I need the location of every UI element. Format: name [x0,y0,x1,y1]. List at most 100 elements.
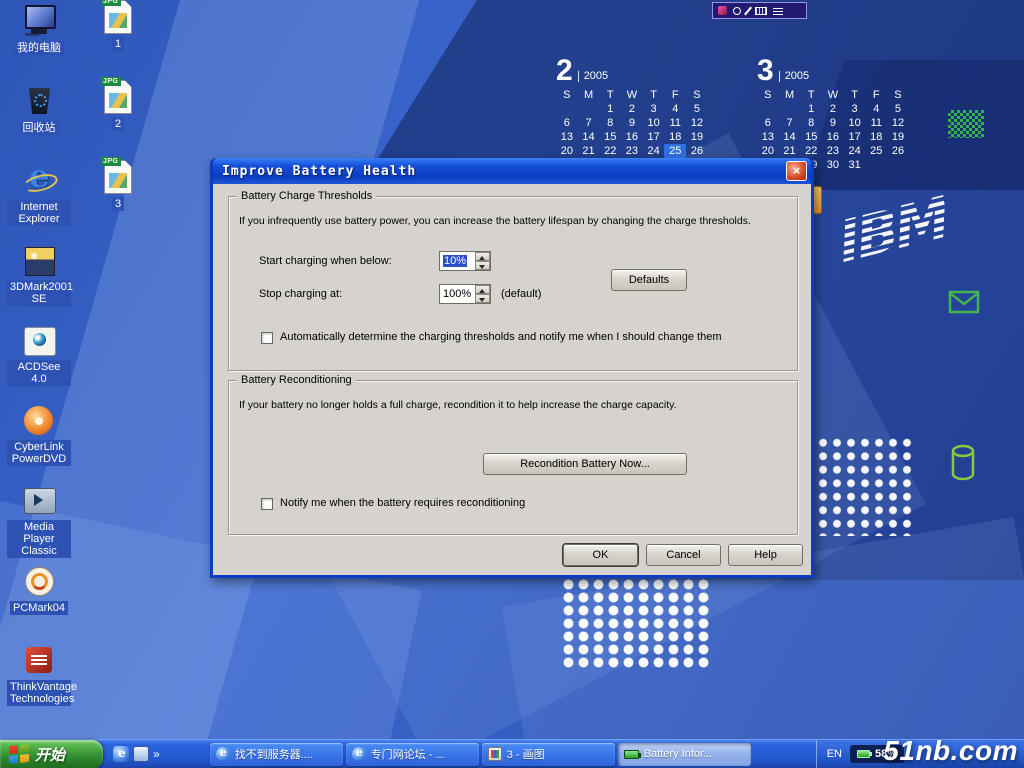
calendar-date: 9 [822,116,844,130]
language-indicator[interactable]: EN [827,748,842,760]
calendar-day-header: F [664,88,686,102]
battery-icon [857,750,870,758]
spinner-up-icon[interactable] [475,252,490,261]
file-icon-label: 2 [112,117,124,131]
calendar-day-header: S [757,88,779,102]
ok-button[interactable]: OK [563,544,638,566]
calendar-date: 10 [643,116,665,130]
calendar-date: 31 [844,158,866,172]
calendar-date: 3 [643,102,665,116]
ime-keyboard-icon[interactable] [755,7,767,15]
calendar-date: 7 [578,116,600,130]
dialog-title: Improve Battery Health [222,164,416,179]
help-button[interactable]: Help [728,544,803,566]
spinner-up-icon[interactable] [475,285,490,294]
grid-pattern-icon [948,110,984,138]
desktop-icon[interactable]: PCMark04 [6,564,72,644]
spinner-down-icon[interactable] [475,261,490,270]
ime-language-bar[interactable] [712,2,807,19]
recondition-battery-button[interactable]: Recondition Battery Now... [483,453,687,475]
calendar-date: 22 [599,144,621,158]
calendar-date: 26 [686,144,708,158]
auto-thresholds-checkbox[interactable] [261,332,273,344]
dialog-titlebar[interactable]: Improve Battery Health × [213,158,811,184]
calendar-date: 18 [865,130,887,144]
desktop-icon[interactable]: 3DMark2001 SE [6,244,72,324]
start-charging-value[interactable]: 10% [440,252,475,270]
stop-charging-label: Stop charging at: [259,288,342,300]
quick-launch-ie-icon[interactable] [113,746,129,762]
task-button[interactable]: 专门网论坛 - ... [346,743,479,766]
calendar-date: 19 [887,130,909,144]
calendar-month-number: 2 [556,58,573,84]
calendar-day-header: M [578,88,600,102]
jpg-file-icon[interactable]: JPG 1 [92,0,144,80]
quick-launch-show-desktop-icon[interactable] [133,746,149,762]
cylinder-icon [950,444,976,482]
desktop-icon-label: ACDSee 4.0 [7,360,71,386]
taskbar: 开始 » 找不到服务器.... 专门网论坛 - ... [0,739,1024,768]
group-description: If you infrequently use battery power, y… [239,215,789,227]
calendar-date: 2 [822,102,844,116]
calendar-date: 26 [887,144,909,158]
desktop-icon-image [21,324,57,358]
desktop-icon[interactable]: 我的电脑 [6,4,72,84]
calendar-date [779,102,801,116]
dialog-body: Battery Charge Thresholds If you infrequ… [213,184,811,575]
improve-battery-health-dialog: Improve Battery Health × Battery Charge … [210,158,814,578]
defaults-button[interactable]: Defaults [611,269,687,291]
task-button[interactable]: 3 - 画图 [482,743,615,766]
windows-logo-icon [9,744,29,764]
calendar-date: 22 [800,144,822,158]
stop-charging-value[interactable]: 100% [440,285,475,303]
ime-lang-icon[interactable] [718,6,727,15]
calendar-date: 7 [779,116,801,130]
spinner-down-icon[interactable] [475,294,490,303]
desktop-icon[interactable]: 回收站 [6,84,72,164]
start-charging-spinner[interactable]: 10% [439,251,491,271]
calendar-header: 2 2005 [556,54,710,84]
desktop-icon[interactable]: CyberLink PowerDVD [6,404,72,484]
calendar-date: 14 [779,130,801,144]
stop-charging-spinner[interactable]: 100% [439,284,491,304]
calendar-date: 11 [865,116,887,130]
calendar-day-header: M [779,88,801,102]
desktop-icon[interactable]: Media Player Classic [6,484,72,564]
ime-pen-icon[interactable] [744,6,752,15]
ime-menu-icon[interactable] [773,7,783,15]
calendar-year: 2005 [779,71,809,82]
start-button[interactable]: 开始 [0,740,103,768]
desktop-icon-image [21,404,57,438]
close-button[interactable]: × [786,161,807,181]
desktop-icon-image [21,484,57,518]
desktop-icon[interactable]: ACDSee 4.0 [6,324,72,404]
calendar-date: 13 [556,130,578,144]
quick-launch-chevron-icon[interactable]: » [153,747,160,761]
desktop-icon-label: CyberLink PowerDVD [7,440,71,466]
group-title: Battery Charge Thresholds [237,190,376,203]
desktop-icon[interactable]: ThinkVantage Technologies [6,644,72,724]
calendar-day-header: T [599,88,621,102]
cancel-button[interactable]: Cancel [646,544,721,566]
desktop-icon-label: Internet Explorer [7,200,71,226]
calendar-date: 23 [621,144,643,158]
task-icon [216,747,230,761]
desktop-icon-image [21,164,57,198]
calendar-date: 30 [822,158,844,172]
jpg-file-icon[interactable]: JPG 2 [92,80,144,160]
ime-mode-icon[interactable] [733,7,741,15]
default-suffix: (default) [501,288,541,300]
desktop-icon-label: 我的电脑 [14,41,64,55]
file-icon-image: JPG [104,160,132,194]
calendar-day-header: T [643,88,665,102]
jpg-file-icon[interactable]: JPG 3 [92,160,144,240]
calendar-date: 10 [844,116,866,130]
notify-reconditioning-checkbox[interactable] [261,498,273,510]
task-button[interactable]: Battery Infor... [618,743,751,766]
calendar-date: 21 [779,144,801,158]
calendar-date: 6 [757,116,779,130]
task-button[interactable]: 找不到服务器.... [210,743,343,766]
calendar-date: 8 [599,116,621,130]
calendar-date: 4 [664,102,686,116]
desktop-icon[interactable]: Internet Explorer [6,164,72,244]
